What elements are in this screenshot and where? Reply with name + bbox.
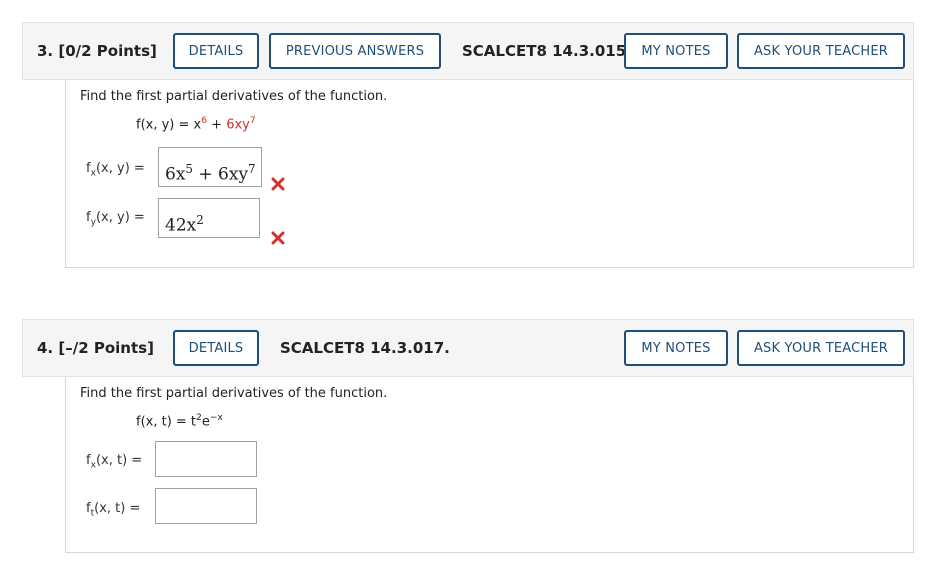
- previous-answers-button[interactable]: PREVIOUS ANSWERS: [269, 33, 441, 69]
- function-expression: f(x, t) = t2e−x: [136, 413, 223, 430]
- question-3-body: Find the first partial derivatives of th…: [65, 80, 914, 268]
- fx-answer-input[interactable]: [155, 441, 257, 477]
- question-3-header: 3. [0/2 Points] DETAILS PREVIOUS ANSWERS…: [22, 22, 914, 80]
- question-3-title: 3. [0/2 Points]: [37, 42, 157, 60]
- question-4-body: Find the first partial derivatives of th…: [65, 377, 914, 553]
- problem-code: SCALCET8 14.3.015.: [462, 42, 632, 60]
- question-4-title: 4. [–/2 Points]: [37, 339, 154, 357]
- details-button[interactable]: DETAILS: [173, 33, 259, 69]
- ask-your-teacher-button[interactable]: ASK YOUR TEACHER: [737, 33, 905, 69]
- function-expression: f(x, y) = x6 + 6xy7: [136, 116, 256, 133]
- question-4-header: 4. [–/2 Points] DETAILS SCALCET8 14.3.01…: [22, 319, 914, 377]
- question-prompt: Find the first partial derivatives of th…: [80, 386, 388, 401]
- incorrect-icon: [271, 177, 285, 191]
- ask-your-teacher-button[interactable]: ASK YOUR TEACHER: [737, 330, 905, 366]
- ft-answer-input[interactable]: [155, 488, 257, 524]
- fx-label: fx(x, t) =: [86, 453, 143, 471]
- fy-answer-input[interactable]: 42x2: [158, 198, 260, 238]
- fx-label: fx(x, y) =: [86, 161, 145, 179]
- problem-code: SCALCET8 14.3.017.: [280, 339, 450, 357]
- ft-label: ft(x, t) =: [86, 501, 141, 519]
- my-notes-button[interactable]: MY NOTES: [624, 33, 728, 69]
- my-notes-button[interactable]: MY NOTES: [624, 330, 728, 366]
- fx-answer-input[interactable]: 6x5 + 6xy7: [158, 147, 262, 187]
- fy-label: fy(x, y) =: [86, 210, 145, 228]
- details-button[interactable]: DETAILS: [173, 330, 259, 366]
- question-prompt: Find the first partial derivatives of th…: [80, 89, 388, 104]
- incorrect-icon: [271, 231, 285, 245]
